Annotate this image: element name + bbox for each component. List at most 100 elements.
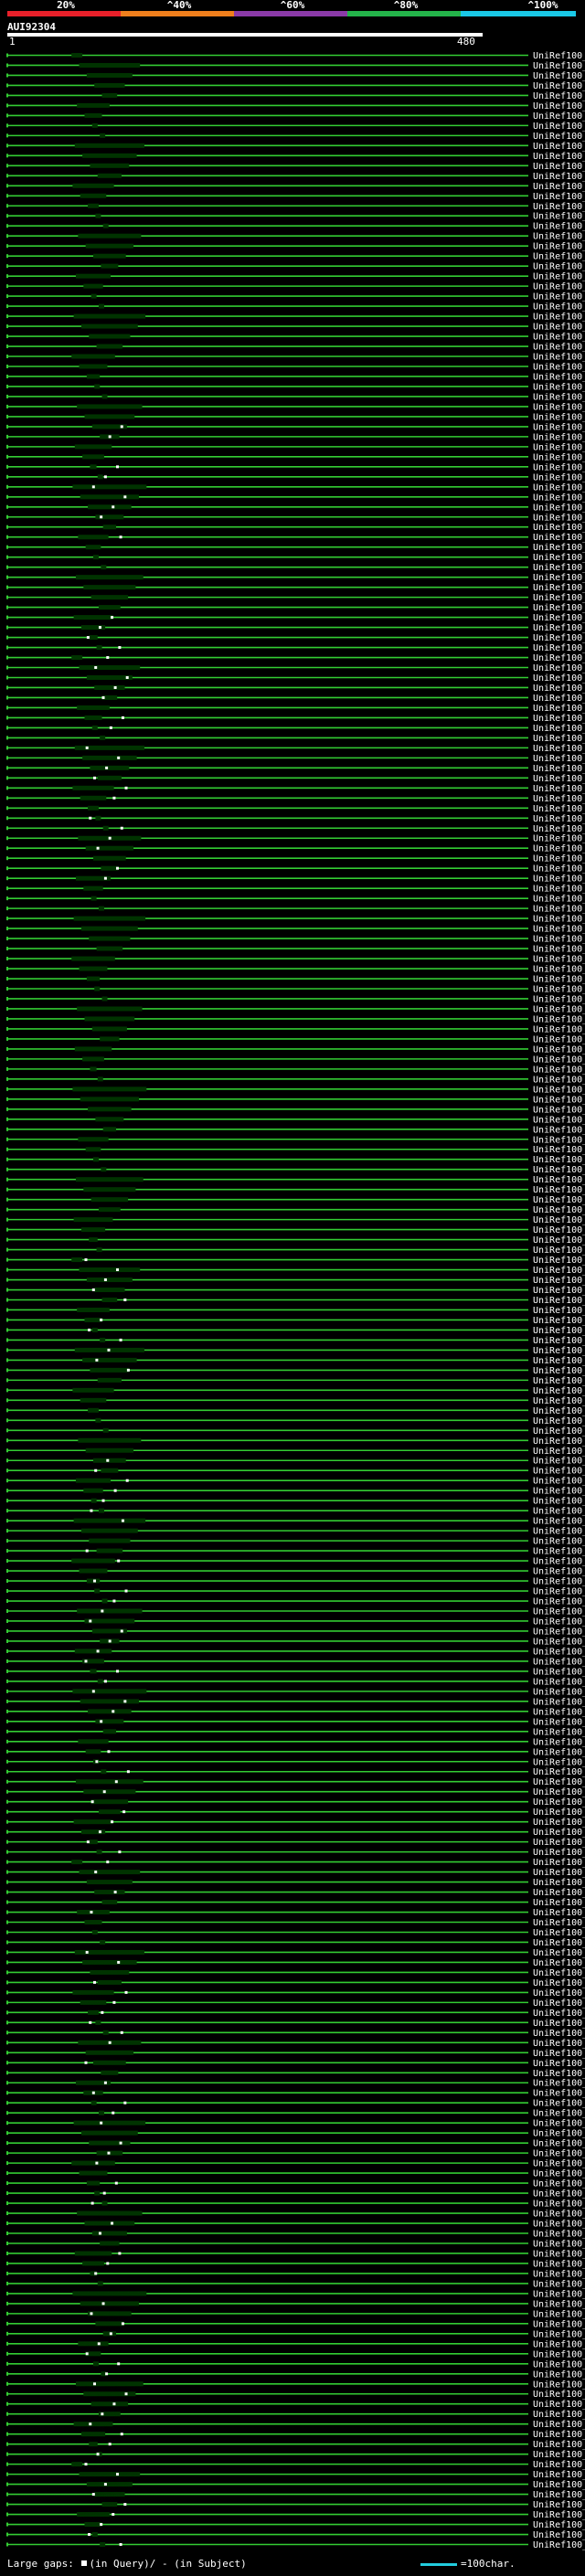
gap-dot xyxy=(126,1368,130,1372)
hit-label: UniRef100_Q6EEY5 xyxy=(533,854,585,864)
hit-label: UniRef100_B4K754 xyxy=(533,1707,585,1717)
hit-start-cap xyxy=(6,2361,8,2366)
gap-dot xyxy=(101,2010,104,2014)
gap-segment xyxy=(72,1689,147,1694)
hit-start-cap xyxy=(6,695,8,700)
gap-dot xyxy=(111,616,114,620)
gap-dot xyxy=(115,1268,119,1272)
hit-start-cap xyxy=(6,2111,8,2115)
hit-label: UniRef100_Q0E9E2 xyxy=(533,1677,585,1687)
hit-start-cap xyxy=(6,1950,8,1955)
gap-segment xyxy=(89,936,131,941)
hit-label: UniRef100_A6Q3C3 xyxy=(533,2430,585,2440)
hit-start-cap xyxy=(6,314,8,319)
hit-start-cap xyxy=(6,1569,8,1574)
hit-start-cap xyxy=(6,334,8,339)
gap-segment xyxy=(94,1288,125,1293)
hit-label: UniRef100_Q2B907 xyxy=(533,1597,585,1607)
hit-start-cap xyxy=(6,1277,8,1282)
hit-start-cap xyxy=(6,1217,8,1222)
hit-label: UniRef100_A9HS53 xyxy=(533,2530,585,2540)
gap-segment xyxy=(82,1357,137,1362)
hit-label: UniRef100_A6R3L9 xyxy=(533,402,585,412)
hit-start-cap xyxy=(6,967,8,971)
gap-segment xyxy=(83,283,103,289)
gap-segment xyxy=(102,223,109,228)
gap-segment xyxy=(100,1939,106,1945)
gap-dot xyxy=(100,2121,103,2125)
hit-start-cap xyxy=(6,1237,8,1242)
hit-start-cap xyxy=(6,53,8,58)
hit-label: UniRef100_Q0U5L0 xyxy=(533,313,585,323)
hit-label: UniRef100_Q4P883 xyxy=(533,1256,585,1266)
hit-label: UniRef100_UP1000... xyxy=(533,1346,585,1356)
gap-segment xyxy=(101,996,108,1002)
gap-segment xyxy=(101,263,119,269)
hit-start-cap xyxy=(6,474,8,479)
hit-label: UniRef100_C5FE04 xyxy=(533,302,585,313)
hit-label: UniRef100_A8LA58 xyxy=(533,2520,585,2530)
gap-segment xyxy=(83,1187,136,1193)
hit-start-cap xyxy=(6,1298,8,1302)
gap-segment xyxy=(101,394,108,399)
gap-legend-query: (in Query)/ xyxy=(89,2558,156,2570)
hit-start-cap xyxy=(6,1046,8,1051)
gap-segment xyxy=(85,2050,134,2055)
hit-label: UniRef100_B0LC28 xyxy=(533,422,585,432)
gap-segment xyxy=(73,2120,146,2125)
hit-label: UniRef100_C4R339 xyxy=(533,784,585,794)
gap-segment xyxy=(90,1197,129,1203)
gap-dot xyxy=(121,1519,124,1522)
gap-dot xyxy=(101,695,105,699)
hit-start-cap xyxy=(6,2241,8,2245)
gap-segment xyxy=(91,2532,98,2538)
hit-start-cap xyxy=(6,1809,8,1814)
gap-dot xyxy=(112,2402,116,2406)
hit-start-cap xyxy=(6,2211,8,2216)
hit-start-cap xyxy=(6,494,8,499)
gap-segment xyxy=(90,2100,97,2105)
gap-segment xyxy=(86,72,133,78)
hit-label: UniRef100_Q3T957 xyxy=(533,1547,585,1557)
hit-start-cap xyxy=(6,2381,8,2386)
hit-label: UniRef100_UP1000... xyxy=(533,2029,585,2039)
gap-dot xyxy=(96,2453,100,2456)
hit-label: UniRef100_B4GK94 xyxy=(533,864,585,875)
gap-segment xyxy=(97,1679,103,1684)
hit-start-cap xyxy=(6,866,8,871)
hit-label: UniRef100_C1YU14 xyxy=(533,1135,585,1145)
gap-dot xyxy=(119,2141,122,2145)
hit-label: UniRef100_A4UYR8 xyxy=(533,714,585,724)
gap-dot xyxy=(107,1348,111,1352)
hit-label: UniRef100_Q48J2K xyxy=(533,2450,585,2460)
gap-segment xyxy=(102,1127,116,1132)
gap-segment xyxy=(77,1006,143,1012)
hit-label: UniRef100_UP1000... xyxy=(533,613,585,623)
hit-label: UniRef100_C9SNR1 xyxy=(533,382,585,392)
hit-start-cap xyxy=(6,2261,8,2265)
hit-label: UniRef100_B0LC27 xyxy=(533,432,585,442)
hit-start-cap xyxy=(6,1036,8,1041)
hit-label: UniRef100_B0W5N7 xyxy=(533,794,585,804)
hit-start-cap xyxy=(6,1267,8,1272)
hit-start-cap xyxy=(6,906,8,911)
gap-segment xyxy=(84,2522,102,2528)
hit-label: UniRef100_B0Y5M4 xyxy=(533,262,585,272)
hit-label: UniRef100_C9U0D3 xyxy=(533,2059,585,2069)
gap-dot xyxy=(100,1318,103,1321)
hit-start-cap xyxy=(6,1839,8,1844)
hit-start-cap xyxy=(6,2412,8,2416)
hit-start-cap xyxy=(6,736,8,740)
hit-start-cap xyxy=(6,1097,8,1101)
gap-segment xyxy=(80,193,107,198)
gap-dot xyxy=(105,2372,109,2376)
gap-segment xyxy=(71,1558,115,1564)
hit-start-cap xyxy=(6,2071,8,2075)
hit-label: UniRef100_P78992 xyxy=(533,1034,585,1044)
gap-segment xyxy=(73,313,146,319)
gap-segment xyxy=(88,504,132,510)
gap-segment xyxy=(102,2331,116,2337)
hit-label: UniRef100_Q67M06 xyxy=(533,1938,585,1948)
hit-label: UniRef100_C3MHM3 xyxy=(533,2400,585,2410)
gap-dot xyxy=(103,1680,107,1683)
